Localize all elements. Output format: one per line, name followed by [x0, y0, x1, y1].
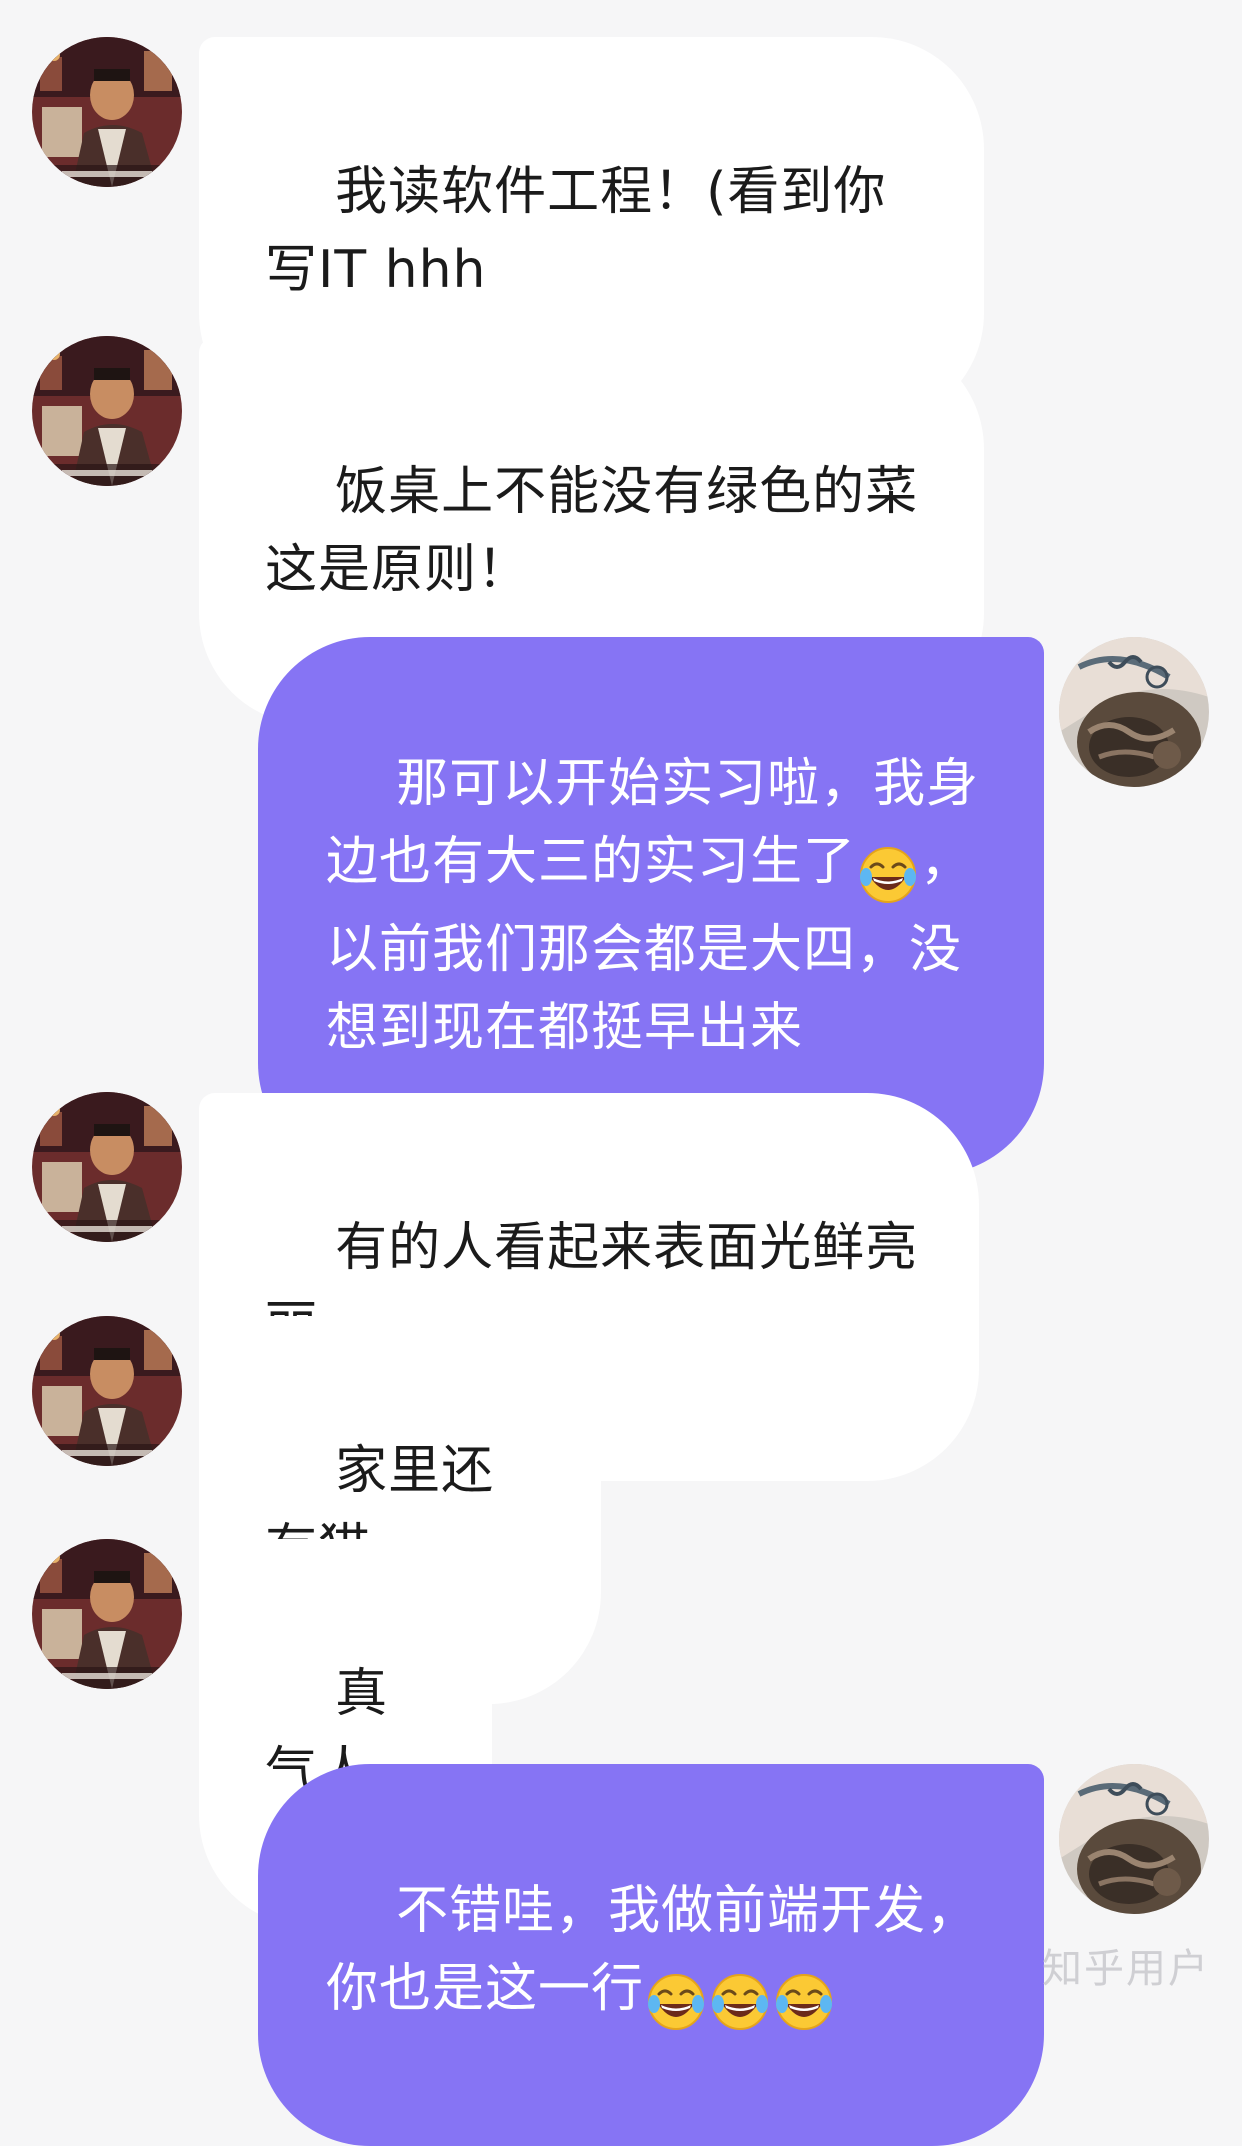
- avatar-other-icon: [32, 37, 182, 187]
- avatar-other[interactable]: [32, 1316, 182, 1466]
- avatar-me[interactable]: [1059, 1764, 1209, 1914]
- avatar-other[interactable]: [32, 1092, 182, 1242]
- message-text: 我读软件工程！(看到你写IT hhh: [265, 162, 887, 300]
- tears-of-joy-emoji-icon: [646, 1972, 706, 2032]
- watermark: 知乎用户: [1042, 1946, 1210, 1992]
- avatar-other[interactable]: [32, 336, 182, 486]
- chat-thread: 我读软件工程！(看到你写IT hhh 饭桌上不能没有绿色的菜 这是原则！ 那可以…: [0, 0, 1242, 2146]
- avatar-other[interactable]: [32, 1539, 182, 1689]
- avatar-me-icon: [1059, 637, 1209, 787]
- avatar-other[interactable]: [32, 37, 182, 187]
- avatar-other-icon: [32, 1092, 182, 1242]
- avatar-other-icon: [32, 1539, 182, 1689]
- tears-of-joy-emoji-icon: [710, 1972, 770, 2032]
- tears-of-joy-emoji-icon: [774, 1972, 834, 2032]
- emoji-group: [856, 833, 920, 911]
- avatar-me[interactable]: [1059, 637, 1209, 787]
- message-bubble-outgoing[interactable]: 不错哇，我做前端开发，你也是这一行: [258, 1764, 1044, 2146]
- message-text: 饭桌上不能没有绿色的菜 这是原则！: [265, 462, 936, 600]
- avatar-other-icon: [32, 336, 182, 486]
- avatar-other-icon: [32, 1316, 182, 1466]
- avatar-me-icon: [1059, 1764, 1209, 1914]
- tears-of-joy-emoji-icon: [858, 845, 918, 905]
- emoji-group: [644, 1960, 836, 2038]
